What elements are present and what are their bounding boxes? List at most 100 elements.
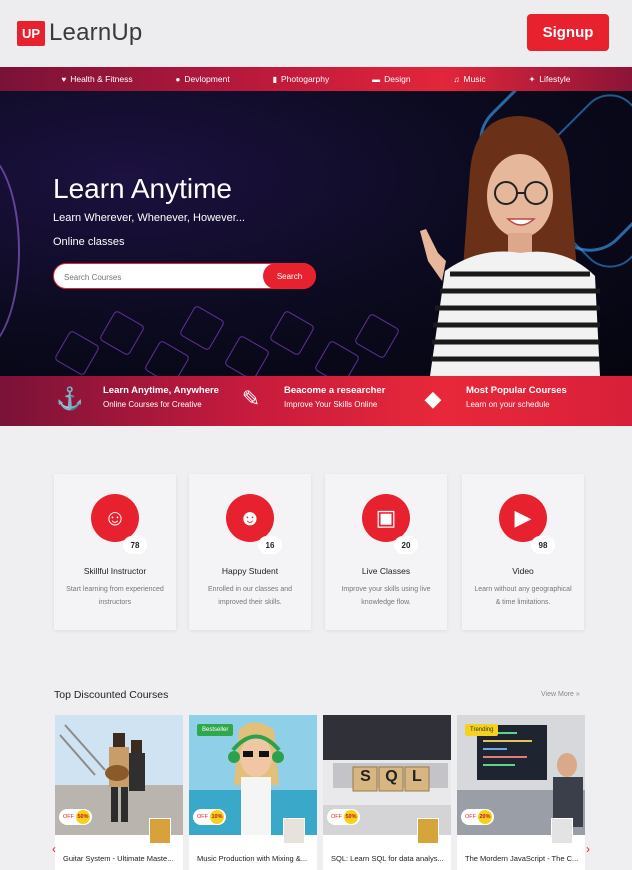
trending-tag: Trending bbox=[465, 724, 499, 736]
stat-card: ▣ 20 Live Classes Improve your skills us… bbox=[325, 474, 447, 630]
course-card[interactable]: Trending OFF 20% The Mordern JavaScript … bbox=[457, 715, 585, 870]
feature-item: ⚓ Learn Anytime, Anywhere Online Courses… bbox=[56, 385, 219, 413]
course-name: The Mordern JavaScript - The C... bbox=[465, 854, 579, 863]
course-name: Guitar System - Ultimate Maste... bbox=[63, 854, 174, 863]
anchor-icon: ⚓ bbox=[56, 386, 84, 411]
course-card[interactable]: Bestseller OFF 10% Music Production with… bbox=[189, 715, 317, 870]
search-button[interactable]: Search bbox=[263, 263, 316, 289]
stat-count: 78 bbox=[123, 536, 147, 554]
discount-badge: OFF 50% bbox=[59, 809, 92, 825]
sql-letter: Q bbox=[385, 768, 398, 785]
instructor-avatar bbox=[283, 818, 305, 844]
student-icon: ☻ bbox=[226, 494, 274, 542]
discount-off-label: OFF bbox=[465, 814, 476, 820]
feature-title: Beacome a researcher bbox=[284, 385, 386, 396]
nav-label: Devlopment bbox=[184, 74, 230, 84]
stat-count: 20 bbox=[394, 536, 418, 554]
course-name: SQL: Learn SQL for data analys... bbox=[331, 854, 444, 863]
feature-item: ✎ Beacome a researcher Improve Your Skil… bbox=[238, 385, 386, 413]
nav-label: Music bbox=[463, 74, 486, 84]
view-more-link[interactable]: View More » bbox=[541, 691, 580, 698]
discount-badge: OFF 10% bbox=[193, 809, 226, 825]
nav-label: Photogarphy bbox=[281, 74, 330, 84]
stat-description: Learn without any geographical & time li… bbox=[474, 586, 572, 606]
sql-letter: S bbox=[360, 768, 371, 785]
feature-subtitle: Learn on your schedule bbox=[466, 400, 550, 409]
nav-item-music[interactable]: ♫ Music bbox=[453, 74, 485, 84]
discount-percent: 50% bbox=[76, 810, 90, 824]
monitor-icon: ▬ bbox=[372, 74, 381, 84]
course-name: Music Production with Mixing &... bbox=[197, 854, 308, 863]
nav-label: Design bbox=[384, 74, 411, 84]
feature-item: ◆ Most Popular Courses Learn on your sch… bbox=[420, 385, 567, 413]
globe-icon: ● bbox=[175, 74, 181, 84]
nav-item-lifestyle[interactable]: ✦ Lifestyle bbox=[529, 74, 571, 84]
features-band: ⚓ Learn Anytime, Anywhere Online Courses… bbox=[0, 376, 632, 426]
discount-off-label: OFF bbox=[63, 814, 74, 820]
nav-item-design[interactable]: ▬ Design bbox=[372, 74, 410, 84]
hexagon-decor bbox=[143, 339, 191, 376]
stat-count: 98 bbox=[531, 536, 555, 554]
nav-label: Health & Fitness bbox=[70, 74, 133, 84]
sql-letter: L bbox=[412, 768, 422, 785]
discount-percent: 10% bbox=[210, 810, 224, 824]
discount-off-label: OFF bbox=[197, 814, 208, 820]
discount-off-label: OFF bbox=[331, 814, 342, 820]
nav-item-photography[interactable]: ▮ Photogarphy bbox=[273, 74, 330, 84]
discount-percent: 50% bbox=[344, 810, 358, 824]
site-header: UP LearnUp Signup bbox=[0, 0, 632, 67]
carousel-next-arrow[interactable]: › bbox=[586, 842, 590, 856]
feature-subtitle: Online Courses for Creative bbox=[103, 400, 202, 409]
hexagon-decor bbox=[268, 309, 316, 357]
graduation-cap-icon: ◆ bbox=[424, 386, 442, 411]
nav-item-health-fitness[interactable]: ♥ Health & Fitness bbox=[61, 74, 132, 84]
instructor-avatar bbox=[149, 818, 171, 844]
discount-badge: OFF 50% bbox=[327, 809, 360, 825]
logo[interactable]: UP LearnUp bbox=[17, 19, 142, 47]
stat-title: Video bbox=[512, 566, 534, 576]
sql-blocks-text: SQL bbox=[353, 768, 429, 786]
search-bar: Search bbox=[53, 263, 316, 289]
hero-title: Learn Anytime bbox=[53, 173, 232, 204]
hero-banner: Learn Anytime Learn Wherever, Whenever, … bbox=[0, 91, 632, 376]
instructor-avatar bbox=[417, 818, 439, 844]
hero-woman-image bbox=[420, 116, 600, 376]
document-icon: ▮ bbox=[272, 74, 277, 84]
stat-title: Happy Student bbox=[221, 566, 279, 576]
course-card[interactable]: SQL OFF 50% SQL: Learn SQL for data anal… bbox=[323, 715, 451, 870]
hexagon-decor bbox=[98, 309, 146, 357]
hexagon-decor bbox=[353, 312, 401, 360]
logo-badge: UP bbox=[17, 20, 45, 46]
hero-glow-decor bbox=[0, 151, 20, 351]
hexagon-decor bbox=[313, 339, 361, 376]
live-icon: ▣ bbox=[362, 494, 410, 542]
stat-title: Skillful Instructor bbox=[83, 566, 147, 576]
magic-wand-icon: ✎ bbox=[241, 386, 261, 411]
hexagon-decor bbox=[53, 329, 101, 376]
stat-description: Start learning from experienced instruct… bbox=[66, 586, 164, 606]
hexagon-decor bbox=[178, 304, 226, 352]
signup-button[interactable]: Signup bbox=[527, 14, 609, 51]
instructor-avatar bbox=[551, 818, 573, 844]
carousel-prev-arrow[interactable]: ‹ bbox=[52, 842, 56, 856]
stat-card: ☻ 16 Happy Student Enrolled in our class… bbox=[189, 474, 311, 630]
stat-title: Live Classes bbox=[361, 566, 411, 576]
discount-badge: OFF 20% bbox=[461, 809, 494, 825]
nav-label: Lifestyle bbox=[539, 74, 571, 84]
heart-icon: ♥ bbox=[61, 74, 67, 84]
hexagon-decor bbox=[223, 334, 271, 376]
hero-online-label: Online classes bbox=[53, 236, 125, 248]
stat-count: 16 bbox=[258, 536, 282, 554]
hero-subtitle: Learn Wherever, Whenever, However... bbox=[53, 212, 245, 224]
search-input[interactable] bbox=[64, 269, 259, 285]
stat-description: Improve your skills using live knowledge… bbox=[341, 586, 431, 606]
discount-percent: 20% bbox=[478, 810, 492, 824]
person-icon: ✦ bbox=[528, 74, 536, 84]
logo-text: LearnUp bbox=[49, 19, 143, 46]
nav-item-development[interactable]: ● Devlopment bbox=[175, 74, 229, 84]
video-icon: ▶ bbox=[499, 494, 547, 542]
stat-card: ☺ 78 Skillful Instructor Start learning … bbox=[54, 474, 176, 630]
stat-description: Enrolled in our classes and improved the… bbox=[207, 586, 293, 606]
course-card[interactable]: OFF 50% Guitar System - Ultimate Maste..… bbox=[55, 715, 183, 870]
feature-title: Learn Anytime, Anywhere bbox=[103, 385, 219, 396]
